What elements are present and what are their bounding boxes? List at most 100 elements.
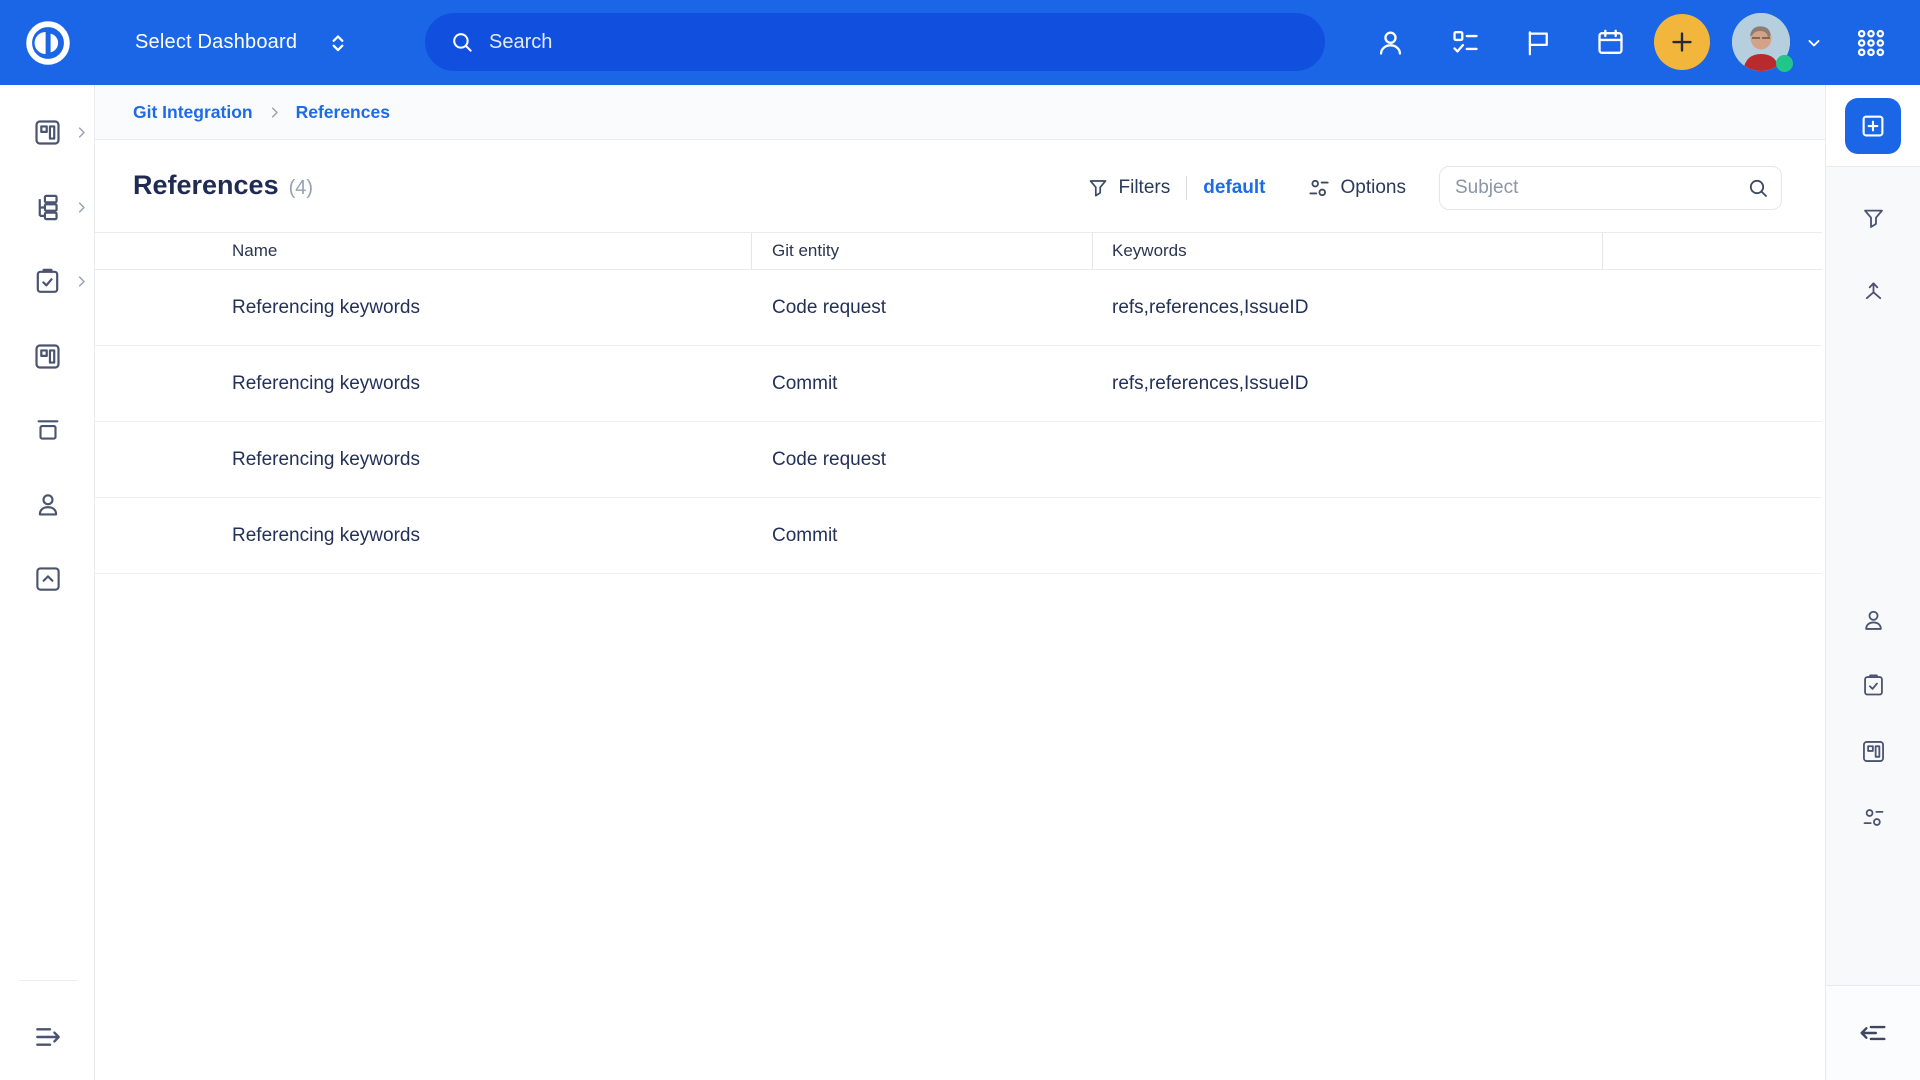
filter-icon bbox=[1860, 205, 1887, 232]
table-body: Referencing keywords Code request refs,r… bbox=[95, 270, 1822, 574]
panel-sort-button[interactable] bbox=[1826, 264, 1920, 316]
person-icon bbox=[33, 490, 63, 520]
subject-search-input[interactable] bbox=[1439, 166, 1782, 210]
panel-people-button[interactable] bbox=[1826, 594, 1920, 646]
sidebar-item-import[interactable] bbox=[0, 549, 95, 609]
calendar-icon bbox=[1595, 27, 1626, 58]
apps-menu-button[interactable] bbox=[1847, 0, 1895, 85]
checklist-icon bbox=[1450, 27, 1481, 58]
page-count: (4) bbox=[289, 177, 313, 200]
clipboard-check-icon bbox=[32, 266, 63, 297]
sidebar-item-views[interactable] bbox=[0, 326, 95, 386]
options-label: Options bbox=[1341, 177, 1406, 199]
cell-keywords: refs,references,IssueID bbox=[1093, 346, 1603, 421]
global-search-input[interactable] bbox=[489, 31, 1249, 54]
user-avatar[interactable] bbox=[1732, 13, 1790, 71]
column-header-name[interactable]: Name bbox=[95, 233, 752, 269]
cell-actions bbox=[1603, 270, 1822, 345]
sidebar-item-people[interactable] bbox=[0, 475, 95, 535]
online-status-dot bbox=[1776, 55, 1793, 72]
search-icon bbox=[449, 29, 475, 55]
calendar-button[interactable] bbox=[1586, 0, 1634, 85]
sidebar-item-plans[interactable] bbox=[0, 251, 95, 311]
cell-keywords bbox=[1093, 422, 1603, 497]
column-header-empty bbox=[1603, 233, 1822, 269]
cell-name: Referencing keywords bbox=[95, 422, 752, 497]
cell-name: Referencing keywords bbox=[95, 498, 752, 573]
page-title: References (4) bbox=[133, 170, 313, 201]
chevron-right-icon bbox=[74, 274, 89, 289]
panel-entities-button[interactable] bbox=[1826, 659, 1920, 711]
cell-git-entity: Commit bbox=[752, 346, 1093, 421]
sidebar-divider bbox=[18, 980, 77, 981]
subject-search bbox=[1439, 166, 1782, 210]
cell-actions bbox=[1603, 422, 1822, 497]
panel-settings-button[interactable] bbox=[1826, 791, 1920, 843]
board-icon bbox=[32, 117, 63, 148]
board-icon bbox=[1860, 738, 1887, 765]
filter-icon bbox=[1086, 176, 1110, 200]
right-rail-top-section bbox=[1826, 85, 1920, 167]
cell-name: Referencing keywords bbox=[95, 346, 752, 421]
breadcrumb-git-integration[interactable]: Git Integration bbox=[133, 102, 253, 123]
breadcrumb-chevron-icon bbox=[267, 105, 282, 120]
breadcrumb-references[interactable]: References bbox=[296, 102, 390, 123]
page-title-text: References bbox=[133, 170, 279, 201]
create-entity-button[interactable] bbox=[1654, 14, 1710, 70]
sidebar-item-archive[interactable] bbox=[0, 400, 95, 460]
chevron-up-down-icon bbox=[325, 30, 351, 56]
cell-actions bbox=[1603, 346, 1822, 421]
cell-git-entity: Code request bbox=[752, 270, 1093, 345]
flagged-items-button[interactable] bbox=[1514, 0, 1562, 85]
panel-filter-button[interactable] bbox=[1826, 192, 1920, 244]
cell-keywords bbox=[1093, 498, 1603, 573]
app-logo[interactable] bbox=[0, 0, 95, 85]
top-bar: Select Dashboard bbox=[0, 0, 1920, 85]
my-profile-button[interactable] bbox=[1366, 0, 1414, 85]
flag-icon bbox=[1523, 28, 1553, 58]
add-view-button[interactable] bbox=[1845, 98, 1901, 154]
table-row[interactable]: Referencing keywords Commit bbox=[95, 498, 1822, 574]
expand-sidebar-button[interactable] bbox=[0, 1007, 95, 1067]
main-content: Git Integration References References (4… bbox=[95, 85, 1825, 1080]
my-tasks-button[interactable] bbox=[1441, 0, 1489, 85]
column-header-keywords[interactable]: Keywords bbox=[1093, 233, 1603, 269]
cell-keywords: refs,references,IssueID bbox=[1093, 270, 1603, 345]
chevron-down-icon bbox=[1804, 33, 1824, 53]
filters-label: Filters bbox=[1119, 177, 1171, 199]
expand-sidebar-icon bbox=[32, 1021, 64, 1053]
arrow-up-merge-icon bbox=[1860, 277, 1887, 304]
filters-button[interactable]: Filters bbox=[1086, 176, 1171, 200]
square-chevron-up-icon bbox=[33, 564, 63, 594]
board-icon bbox=[32, 341, 63, 372]
dashboard-selector[interactable]: Select Dashboard bbox=[135, 0, 351, 85]
archive-icon bbox=[33, 415, 63, 445]
left-sidebar bbox=[0, 85, 95, 1080]
add-view-icon bbox=[1858, 111, 1888, 141]
sidebar-item-boards[interactable] bbox=[0, 102, 95, 162]
table-row[interactable]: Referencing keywords Commit refs,referen… bbox=[95, 346, 1822, 422]
search-icon[interactable] bbox=[1746, 176, 1770, 200]
table-header: Name Git entity Keywords bbox=[95, 232, 1822, 270]
breadcrumb: Git Integration References bbox=[95, 85, 1825, 140]
sidebar-item-hierarchy[interactable] bbox=[0, 177, 95, 237]
cell-git-entity: Commit bbox=[752, 498, 1093, 573]
table-row[interactable]: Referencing keywords Code request bbox=[95, 422, 1822, 498]
panel-board-button[interactable] bbox=[1826, 725, 1920, 777]
avatar-menu-toggle[interactable] bbox=[1794, 0, 1834, 85]
chevron-right-icon bbox=[74, 125, 89, 140]
options-button[interactable]: Options bbox=[1306, 175, 1406, 201]
person-icon bbox=[1860, 607, 1887, 634]
global-search[interactable] bbox=[425, 13, 1325, 71]
column-header-git-entity[interactable]: Git entity bbox=[752, 233, 1093, 269]
sliders-icon bbox=[1306, 175, 1332, 201]
default-view-link[interactable]: default bbox=[1203, 177, 1265, 199]
apps-grid-icon bbox=[1855, 27, 1887, 59]
cell-git-entity: Code request bbox=[752, 422, 1093, 497]
collapse-right-panel-icon[interactable] bbox=[1856, 1016, 1890, 1050]
right-panel-rail bbox=[1825, 85, 1920, 1080]
table-row[interactable]: Referencing keywords Code request refs,r… bbox=[95, 270, 1822, 346]
dashboard-selector-label: Select Dashboard bbox=[135, 31, 297, 54]
toolbar-divider bbox=[1186, 176, 1187, 200]
cell-name: Referencing keywords bbox=[95, 270, 752, 345]
